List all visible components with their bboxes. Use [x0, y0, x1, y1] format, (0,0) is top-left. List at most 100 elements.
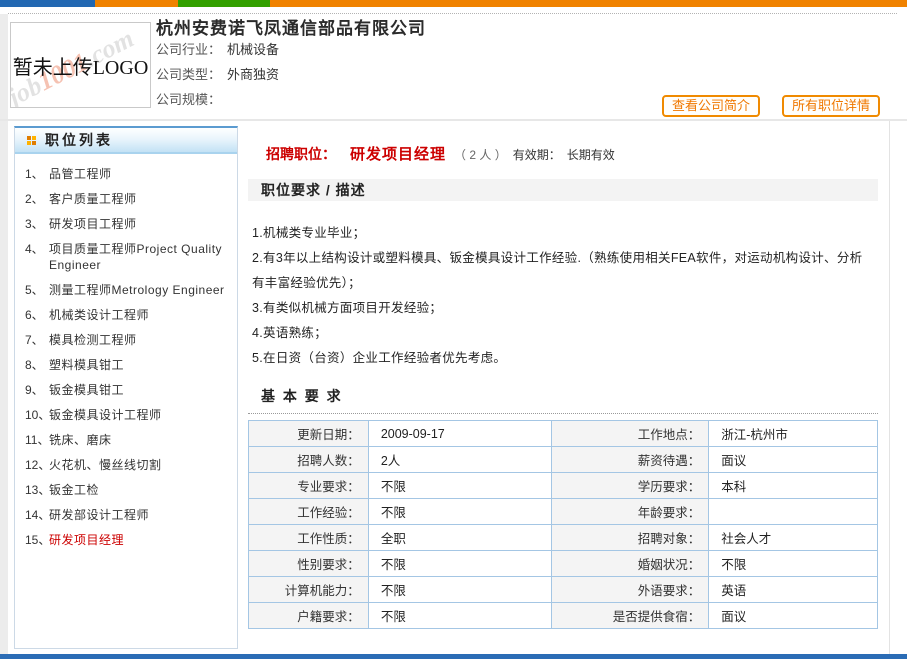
top-brand-bar-segment: [0, 0, 95, 7]
basic-requirements-table: 更新日期：2009-09-17工作地点：浙江-杭州市招聘人数：2人薪资待遇：面议…: [248, 420, 878, 629]
validity-label: 有效期：: [513, 146, 561, 163]
basic-table-row: 更新日期：2009-09-17工作地点：浙江-杭州市: [249, 421, 878, 447]
company-logo-placeholder: job1001.com 暂未上传LOGO: [10, 22, 151, 108]
job-item-number: 12、: [19, 457, 49, 473]
job-item-number: 15、: [19, 532, 49, 548]
basic-table-value: 浙江-杭州市: [709, 421, 878, 447]
company-field-value: 外商独资: [227, 67, 279, 82]
job-list-item[interactable]: 2、客户质量工程师: [19, 191, 231, 207]
job-item-number: 11、: [19, 432, 49, 448]
basic-table-value: 英语: [709, 577, 878, 603]
basic-table-label: 更新日期：: [249, 421, 369, 447]
job-item-number: 5、: [19, 282, 49, 298]
basic-table-value: 本科: [709, 473, 878, 499]
basic-table-row: 专业要求：不限学历要求：本科: [249, 473, 878, 499]
job-item-number: 14、: [19, 507, 49, 523]
job-item-number: 9、: [19, 382, 49, 398]
basic-table-label: 薪资待遇：: [551, 447, 709, 473]
job-detail-page: job1001.com 暂未上传LOGO 杭州安费诺飞凤通信部品有限公司 公司行…: [0, 0, 907, 659]
requirement-line: 1.机械类专业毕业；: [252, 221, 870, 246]
company-field-label: 公司行业：: [156, 42, 221, 57]
job-title: 研发项目经理: [350, 143, 446, 164]
job-list-panel: 职位列表 1、品管工程师 2、客户质量工程师 3、研发项目工程师 4、项目质量工程师P…: [14, 126, 238, 649]
job-item-label: 铣床、磨床: [49, 432, 231, 448]
basic-table-label: 招聘人数：: [249, 447, 369, 473]
job-item-label: 品管工程师: [49, 166, 231, 182]
basic-table-value: 2人: [368, 447, 551, 473]
job-list-header: 职位列表: [15, 128, 237, 154]
top-brand-bar-segment: [95, 0, 178, 7]
basic-table-label: 计算机能力：: [249, 577, 369, 603]
job-list-item[interactable]: 3、研发项目工程师: [19, 216, 231, 232]
company-name: 杭州安费诺飞凤通信部品有限公司: [156, 14, 426, 39]
job-item-number: 3、: [19, 216, 49, 232]
job-list-item[interactable]: 13、钣金工检: [19, 482, 231, 498]
company-fields: 公司行业： 机械设备公司类型：外商独资公司规模：: [156, 41, 279, 116]
job-item-number: 8、: [19, 357, 49, 373]
validity-value: 长期有效: [567, 146, 615, 163]
basic-table-label: 外语要求：: [551, 577, 709, 603]
basic-table-label: 专业要求：: [249, 473, 369, 499]
job-detail-main: 招聘职位： 研发项目经理 （ 2 人 ） 有效期： 长期有效 职位要求 / 描述…: [248, 126, 878, 659]
job-item-label: 钣金模具设计工程师: [49, 407, 231, 423]
basic-table-label: 工作经验：: [249, 499, 369, 525]
grid-icon: [27, 136, 36, 145]
job-requirements: 1.机械类专业毕业；2.有3年以上结构设计或塑料模具、钣金模具设计工作经验.（熟…: [248, 221, 870, 371]
job-item-number: 2、: [19, 191, 49, 207]
company-field-label: 公司规模：: [156, 92, 221, 107]
basic-table-row: 计算机能力：不限外语要求：英语: [249, 577, 878, 603]
section-title-basic-requirements: 基 本 要 求: [248, 386, 878, 414]
basic-table-value: 不限: [368, 499, 551, 525]
basic-table-value: 不限: [368, 473, 551, 499]
basic-table-value: 2009-09-17: [368, 421, 551, 447]
job-list-item[interactable]: 12、火花机、慢丝线切割: [19, 457, 231, 473]
top-brand-bar-segment: [178, 0, 270, 7]
basic-table-value: 面议: [709, 603, 878, 629]
job-list-item[interactable]: 8、塑料模具钳工: [19, 357, 231, 373]
basic-table-value: 全职: [368, 525, 551, 551]
company-field-row: 公司类型：外商独资: [156, 66, 279, 91]
job-list-item[interactable]: 7、模具检测工程师: [19, 332, 231, 348]
job-list-item[interactable]: 9、钣金模具钳工: [19, 382, 231, 398]
top-brand-bar-segment: [270, 0, 907, 7]
job-list-item[interactable]: 10、钣金模具设计工程师: [19, 407, 231, 423]
job-list: 1、品管工程师 2、客户质量工程师 3、研发项目工程师 4、项目质量工程师Projec…: [15, 154, 237, 563]
job-item-number: 1、: [19, 166, 49, 182]
requirement-line: 3.有类似机械方面项目开发经验；: [252, 296, 870, 321]
basic-table-value: 不限: [368, 577, 551, 603]
company-field-value: 机械设备: [227, 42, 279, 57]
job-list-item[interactable]: 5、测量工程师Metrology Engineer: [19, 282, 231, 298]
job-head-label: 招聘职位：: [266, 144, 336, 164]
job-item-label: 研发部设计工程师: [49, 507, 231, 523]
section-title-description: 职位要求 / 描述: [248, 179, 878, 201]
job-list-item[interactable]: 11、铣床、磨床: [19, 432, 231, 448]
header-actions: 查看公司简介所有职位详情: [662, 95, 880, 117]
view-company-profile-button[interactable]: 查看公司简介: [662, 95, 760, 117]
requirement-line: 5.在日资（台资）企业工作经验者优先考虑。: [252, 346, 870, 371]
bottom-brand-bar: [0, 654, 907, 659]
basic-table-label: 工作性质：: [249, 525, 369, 551]
job-list-item[interactable]: 4、项目质量工程师Project Quality Engineer: [19, 241, 231, 273]
requirement-line: 4.英语熟练；: [252, 321, 870, 346]
job-item-label: 火花机、慢丝线切割: [49, 457, 231, 473]
basic-table-row: 户籍要求：不限是否提供食宿：面议: [249, 603, 878, 629]
company-field-row: 公司行业： 机械设备: [156, 41, 279, 66]
basic-table-label: 性别要求：: [249, 551, 369, 577]
job-list-item[interactable]: 15、研发项目经理: [19, 532, 231, 548]
job-list-item[interactable]: 1、品管工程师: [19, 166, 231, 182]
basic-table-row: 工作经验：不限年龄要求：: [249, 499, 878, 525]
job-item-number: 7、: [19, 332, 49, 348]
job-item-number: 10、: [19, 407, 49, 423]
basic-table-label: 婚姻状况：: [551, 551, 709, 577]
job-item-number: 6、: [19, 307, 49, 323]
right-edge-divider: [889, 120, 890, 654]
job-list-item[interactable]: 6、机械类设计工程师: [19, 307, 231, 323]
basic-table-value: [709, 499, 878, 525]
all-jobs-detail-button[interactable]: 所有职位详情: [782, 95, 880, 117]
basic-table-value: 面议: [709, 447, 878, 473]
job-list-item[interactable]: 14、研发部设计工程师: [19, 507, 231, 523]
left-edge-strip: [0, 14, 8, 654]
company-field-row: 公司规模：: [156, 91, 279, 116]
job-item-label: 机械类设计工程师: [49, 307, 231, 323]
basic-table-row: 性别要求：不限婚姻状况：不限: [249, 551, 878, 577]
